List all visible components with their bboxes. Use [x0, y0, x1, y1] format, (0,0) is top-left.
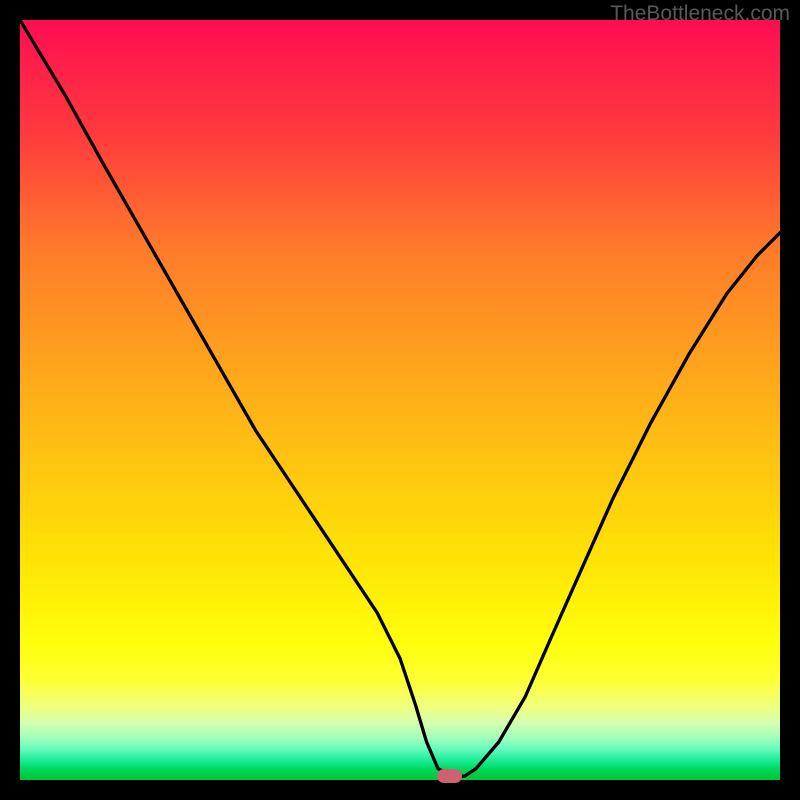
watermark-text: TheBottleneck.com — [610, 2, 790, 26]
frame: TheBottleneck.com — [0, 0, 800, 800]
plot-area — [20, 20, 780, 780]
curve-path — [20, 20, 780, 776]
minimum-marker — [437, 769, 462, 783]
bottleneck-curve — [20, 20, 780, 780]
